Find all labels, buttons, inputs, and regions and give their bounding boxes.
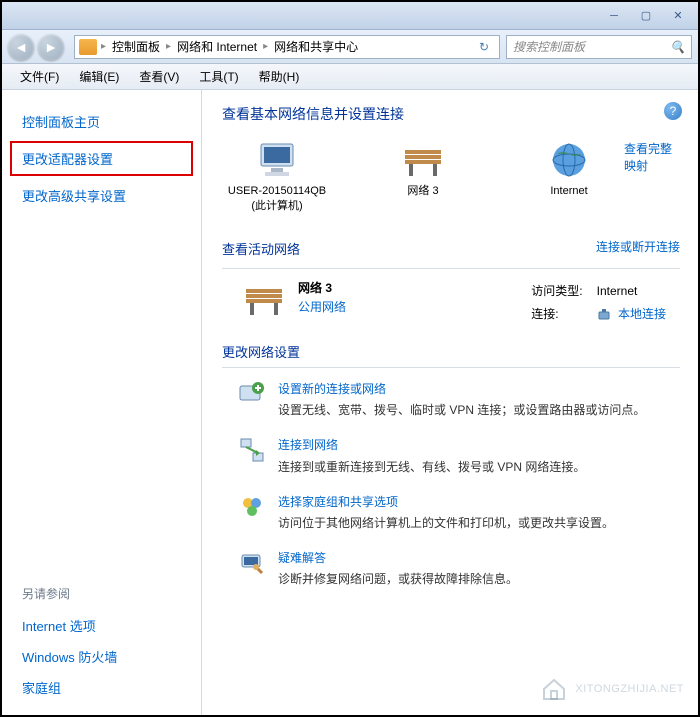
search-input[interactable]: 搜索控制面板 🔍 bbox=[506, 35, 692, 59]
map-network: 网络 3 bbox=[368, 140, 478, 199]
house-icon bbox=[540, 677, 568, 701]
menubar: 文件(F) 编辑(E) 查看(V) 工具(T) 帮助(H) bbox=[2, 64, 698, 90]
menu-help[interactable]: 帮助(H) bbox=[249, 68, 310, 85]
maximize-button[interactable]: ▢ bbox=[632, 7, 660, 25]
troubleshoot-icon bbox=[238, 549, 266, 577]
troubleshoot-title[interactable]: 疑难解答 bbox=[278, 549, 518, 568]
map-this-computer: USER-20150114QB (此计算机) bbox=[222, 140, 332, 215]
active-networks-title: 查看活动网络 bbox=[222, 239, 300, 258]
divider bbox=[222, 268, 680, 269]
map-network-label: 网络 3 bbox=[368, 184, 478, 199]
setup-new-connection[interactable]: 设置新的连接或网络 设置无线、宽带、拨号、临时或 VPN 连接；或设置路由器或访… bbox=[238, 380, 680, 420]
breadcrumb-item[interactable]: 网络和共享中心 bbox=[268, 38, 364, 55]
highlight-annotation: 更改适配器设置 bbox=[10, 141, 193, 176]
folder-icon bbox=[79, 39, 97, 55]
sidebar-advanced-sharing[interactable]: 更改高级共享设置 bbox=[2, 180, 201, 211]
homegroup-sharing[interactable]: 选择家庭组和共享选项 访问位于其他网络计算机上的文件和打印机，或更改共享设置。 bbox=[238, 493, 680, 533]
network-type-link[interactable]: 公用网络 bbox=[298, 298, 346, 317]
also-homegroup[interactable]: 家庭组 bbox=[22, 672, 181, 703]
view-full-map-link[interactable]: 查看完整映射 bbox=[624, 140, 680, 174]
connect-to-network-title[interactable]: 连接到网络 bbox=[278, 436, 585, 455]
setup-new-connection-desc: 设置无线、宽带、拨号、临时或 VPN 连接；或设置路由器或访问点。 bbox=[278, 403, 645, 417]
connection-label: 连接: bbox=[531, 304, 594, 326]
also-windows-firewall[interactable]: Windows 防火墙 bbox=[22, 641, 181, 672]
setup-new-connection-title[interactable]: 设置新的连接或网络 bbox=[278, 380, 645, 399]
titlebar: ─ ▢ ✕ bbox=[2, 2, 698, 30]
connect-network-icon bbox=[238, 436, 266, 464]
access-type-label: 访问类型: bbox=[531, 281, 594, 303]
bench-icon bbox=[242, 279, 286, 319]
also-see-title: 另请参阅 bbox=[22, 585, 181, 602]
breadcrumb[interactable]: ▸ 控制面板 ▸ 网络和 Internet ▸ 网络和共享中心 ↻ bbox=[74, 35, 500, 59]
network-name: 网络 3 bbox=[298, 279, 346, 298]
sidebar-adapter-settings[interactable]: 更改适配器设置 bbox=[22, 147, 181, 170]
menu-edit[interactable]: 编辑(E) bbox=[69, 68, 129, 85]
change-settings-title: 更改网络设置 bbox=[222, 342, 680, 361]
map-internet-label: Internet bbox=[514, 184, 624, 199]
homegroup-sharing-title[interactable]: 选择家庭组和共享选项 bbox=[278, 493, 614, 512]
watermark-text: XITONGZHIJIA.NET bbox=[575, 683, 684, 695]
map-computer-sub: (此计算机) bbox=[222, 199, 332, 214]
connect-to-network-desc: 连接到或重新连接到无线、有线、拨号或 VPN 网络连接。 bbox=[278, 460, 585, 474]
access-type-value: Internet bbox=[597, 281, 678, 303]
divider bbox=[222, 367, 680, 368]
homegroup-icon bbox=[238, 493, 266, 521]
troubleshoot-desc: 诊断并修复网络问题，或获得故障排除信息。 bbox=[278, 572, 518, 586]
troubleshoot[interactable]: 疑难解答 诊断并修复网络问题，或获得故障排除信息。 bbox=[238, 549, 680, 589]
menu-tools[interactable]: 工具(T) bbox=[189, 68, 248, 85]
network-adapter-icon bbox=[597, 308, 611, 322]
menu-file[interactable]: 文件(F) bbox=[10, 68, 69, 85]
map-internet: Internet bbox=[514, 140, 624, 199]
content: ? 查看基本网络信息并设置连接 USER-20150114QB (此计算机) bbox=[202, 90, 698, 715]
navbar: ◄ ► ▸ 控制面板 ▸ 网络和 Internet ▸ 网络和共享中心 ↻ 搜索… bbox=[2, 30, 698, 64]
map-computer-label: USER-20150114QB bbox=[222, 184, 332, 199]
connection-info: 访问类型: Internet 连接: 本地连接 bbox=[529, 279, 680, 328]
also-see: 另请参阅 Internet 选项 Windows 防火墙 家庭组 bbox=[2, 569, 201, 715]
connect-to-network[interactable]: 连接到网络 连接到或重新连接到无线、有线、拨号或 VPN 网络连接。 bbox=[238, 436, 680, 476]
also-internet-options[interactable]: Internet 选项 bbox=[22, 610, 181, 641]
search-placeholder: 搜索控制面板 bbox=[513, 38, 585, 55]
connection-link[interactable]: 本地连接 bbox=[618, 307, 666, 321]
connect-disconnect-link[interactable]: 连接或断开连接 bbox=[596, 238, 680, 255]
watermark: XITONGZHIJIA.NET bbox=[540, 677, 684, 701]
sidebar-home[interactable]: 控制面板主页 bbox=[2, 106, 201, 137]
breadcrumb-item[interactable]: 控制面板 bbox=[106, 38, 166, 55]
sidebar: 控制面板主页 更改适配器设置 更改高级共享设置 另请参阅 Internet 选项… bbox=[2, 90, 202, 715]
menu-view[interactable]: 查看(V) bbox=[129, 68, 189, 85]
minimize-button[interactable]: ─ bbox=[600, 7, 628, 25]
forward-button[interactable]: ► bbox=[38, 34, 64, 60]
active-network: 网络 3 公用网络 bbox=[242, 279, 346, 319]
close-button[interactable]: ✕ bbox=[664, 7, 692, 25]
globe-icon bbox=[547, 140, 591, 180]
search-icon: 🔍 bbox=[670, 40, 685, 54]
breadcrumb-item[interactable]: 网络和 Internet bbox=[171, 38, 263, 55]
refresh-icon[interactable]: ↻ bbox=[473, 40, 495, 54]
computer-icon bbox=[255, 140, 299, 180]
back-button[interactable]: ◄ bbox=[8, 34, 34, 60]
help-icon[interactable]: ? bbox=[664, 102, 682, 120]
new-connection-icon bbox=[238, 380, 266, 408]
page-title: 查看基本网络信息并设置连接 bbox=[222, 104, 680, 124]
bench-icon bbox=[401, 140, 445, 180]
homegroup-sharing-desc: 访问位于其他网络计算机上的文件和打印机，或更改共享设置。 bbox=[278, 516, 614, 530]
